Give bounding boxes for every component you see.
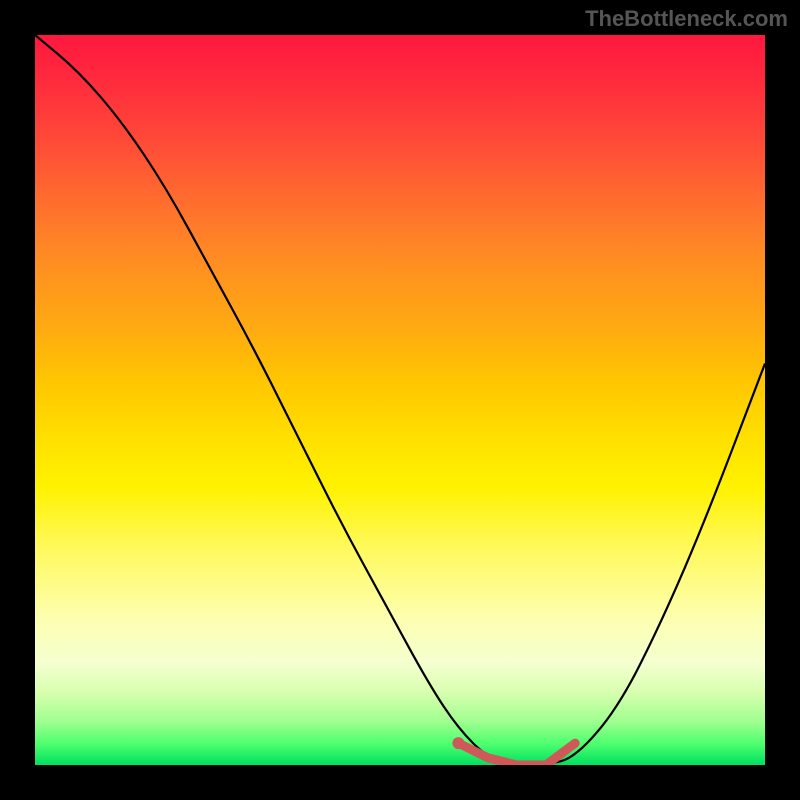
curve-minimum-dot xyxy=(452,737,464,749)
chart-svg xyxy=(35,35,765,765)
chart-frame: TheBottleneck.com xyxy=(0,0,800,800)
watermark-text: TheBottleneck.com xyxy=(585,6,788,32)
plot-area xyxy=(35,35,765,765)
bottleneck-curve xyxy=(35,35,765,765)
